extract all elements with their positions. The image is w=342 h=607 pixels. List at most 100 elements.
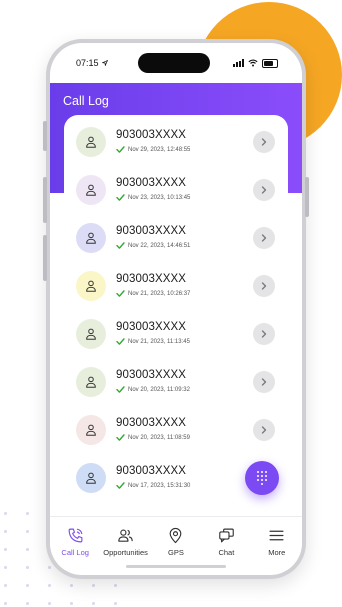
tab-chat[interactable]: Chat	[201, 527, 251, 557]
location-arrow-icon	[101, 60, 108, 66]
chat-icon	[219, 528, 234, 543]
decorative-dot	[4, 530, 7, 533]
call-meta: Nov 21, 2023, 11:13:45	[116, 338, 190, 345]
tab-opportunities[interactable]: Opportunities	[101, 527, 151, 557]
user-icon	[86, 136, 96, 148]
user-icon	[86, 472, 96, 484]
call-log-item[interactable]: 903003XXXX Nov 23, 2023, 10:13:45	[64, 167, 288, 215]
check-icon	[116, 338, 125, 345]
avatar	[76, 271, 106, 301]
map-pin-icon	[170, 527, 182, 544]
call-log-item[interactable]: 903003XXXX Nov 20, 2023, 11:08:59	[64, 407, 288, 455]
decorative-dot	[4, 548, 7, 551]
open-call-button[interactable]	[253, 179, 275, 201]
app-screen: 07:15 Call Log 903003XXXX Nov 29, 2023, 1…	[50, 43, 302, 575]
decorative-dot	[26, 548, 29, 551]
phone-call-icon	[68, 528, 83, 543]
wifi-icon	[248, 59, 258, 67]
check-icon	[116, 386, 125, 393]
user-icon	[86, 184, 96, 196]
home-indicator	[126, 565, 226, 568]
check-icon	[116, 146, 125, 153]
decorative-dot	[48, 602, 51, 605]
open-call-button[interactable]	[253, 371, 275, 393]
decorative-dot	[4, 512, 7, 515]
call-log-item[interactable]: 903003XXXX Nov 29, 2023, 12:48:55	[64, 119, 288, 167]
avatar	[76, 319, 106, 349]
chevron-right-icon	[261, 234, 267, 242]
check-icon	[116, 482, 125, 489]
call-timestamp: Nov 29, 2023, 12:48:55	[128, 146, 191, 153]
user-icon	[86, 424, 96, 436]
user-icon	[86, 232, 96, 244]
decorative-dot	[70, 602, 73, 605]
call-log-item[interactable]: 903003XXXX Nov 22, 2023, 14:46:51	[64, 215, 288, 263]
call-timestamp: Nov 17, 2023, 15:31:30	[128, 482, 191, 489]
decorative-dot	[4, 566, 7, 569]
decorative-dot	[4, 584, 7, 587]
check-icon	[116, 434, 125, 441]
avatar	[76, 175, 106, 205]
avatar	[76, 463, 106, 493]
call-timestamp: Nov 20, 2023, 11:09:32	[128, 386, 190, 393]
phone-number: 903003XXXX	[116, 417, 187, 429]
page-title: Call Log	[63, 94, 109, 108]
chevron-right-icon	[261, 426, 267, 434]
call-meta: Nov 21, 2023, 10:26:37	[116, 290, 190, 297]
user-icon	[86, 280, 96, 292]
chevron-right-icon	[261, 138, 267, 146]
tab-more[interactable]: More	[252, 527, 302, 557]
tab-label: More	[268, 548, 286, 557]
dialpad-button[interactable]	[245, 461, 279, 495]
call-meta: Nov 22, 2023, 14:46:51	[116, 242, 190, 249]
chevron-right-icon	[261, 282, 267, 290]
call-log-item[interactable]: 903003XXXX Nov 21, 2023, 10:26:37	[64, 263, 288, 311]
call-log-item[interactable]: 903003XXXX Nov 20, 2023, 11:09:32	[64, 359, 288, 407]
open-call-button[interactable]	[253, 275, 275, 297]
decorative-dot	[26, 512, 29, 515]
phone-number: 903003XXXX	[116, 273, 187, 285]
open-call-button[interactable]	[253, 227, 275, 249]
phone-number: 903003XXXX	[116, 129, 187, 141]
phone-frame: 07:15 Call Log 903003XXXX Nov 29, 2023, 1…	[43, 39, 309, 579]
phone-number: 903003XXXX	[116, 465, 187, 477]
chevron-right-icon	[261, 378, 267, 386]
status-time: 07:15	[76, 58, 99, 68]
dialpad-icon	[257, 471, 267, 485]
check-icon	[116, 242, 125, 249]
chevron-right-icon	[261, 330, 267, 338]
check-icon	[116, 290, 125, 297]
users-icon	[118, 529, 133, 542]
avatar	[76, 415, 106, 445]
user-icon	[86, 328, 96, 340]
decorative-dot	[26, 566, 29, 569]
tab-gps[interactable]: GPS	[151, 527, 201, 557]
call-timestamp: Nov 23, 2023, 10:13:45	[128, 194, 191, 201]
avatar	[76, 367, 106, 397]
call-timestamp: Nov 21, 2023, 10:26:37	[128, 290, 191, 297]
phone-side-button	[43, 235, 47, 281]
phone-number: 903003XXXX	[116, 225, 187, 237]
tab-label: GPS	[168, 548, 184, 557]
open-call-button[interactable]	[253, 419, 275, 441]
decorative-dot	[114, 602, 117, 605]
call-meta: Nov 20, 2023, 11:08:59	[116, 434, 190, 441]
tab-label: Chat	[218, 548, 235, 557]
avatar	[76, 127, 106, 157]
tab-label: Call Log	[61, 548, 89, 557]
call-timestamp: Nov 20, 2023, 11:08:59	[128, 434, 190, 441]
call-log-item[interactable]: 903003XXXX Nov 21, 2023, 11:13:45	[64, 311, 288, 359]
bottom-tab-bar: Call Log Opportunities GPS Chat More	[50, 516, 302, 570]
phone-side-button	[43, 177, 47, 223]
decorative-dot	[70, 584, 73, 587]
decorative-dot	[92, 602, 95, 605]
open-call-button[interactable]	[253, 323, 275, 345]
avatar	[76, 223, 106, 253]
decorative-dot	[26, 584, 29, 587]
phone-number: 903003XXXX	[116, 321, 187, 333]
decorative-dot	[26, 602, 29, 605]
open-call-button[interactable]	[253, 131, 275, 153]
tab-call-log[interactable]: Call Log	[50, 527, 100, 557]
phone-number: 903003XXXX	[116, 177, 187, 189]
call-meta: Nov 23, 2023, 10:13:45	[116, 194, 190, 201]
